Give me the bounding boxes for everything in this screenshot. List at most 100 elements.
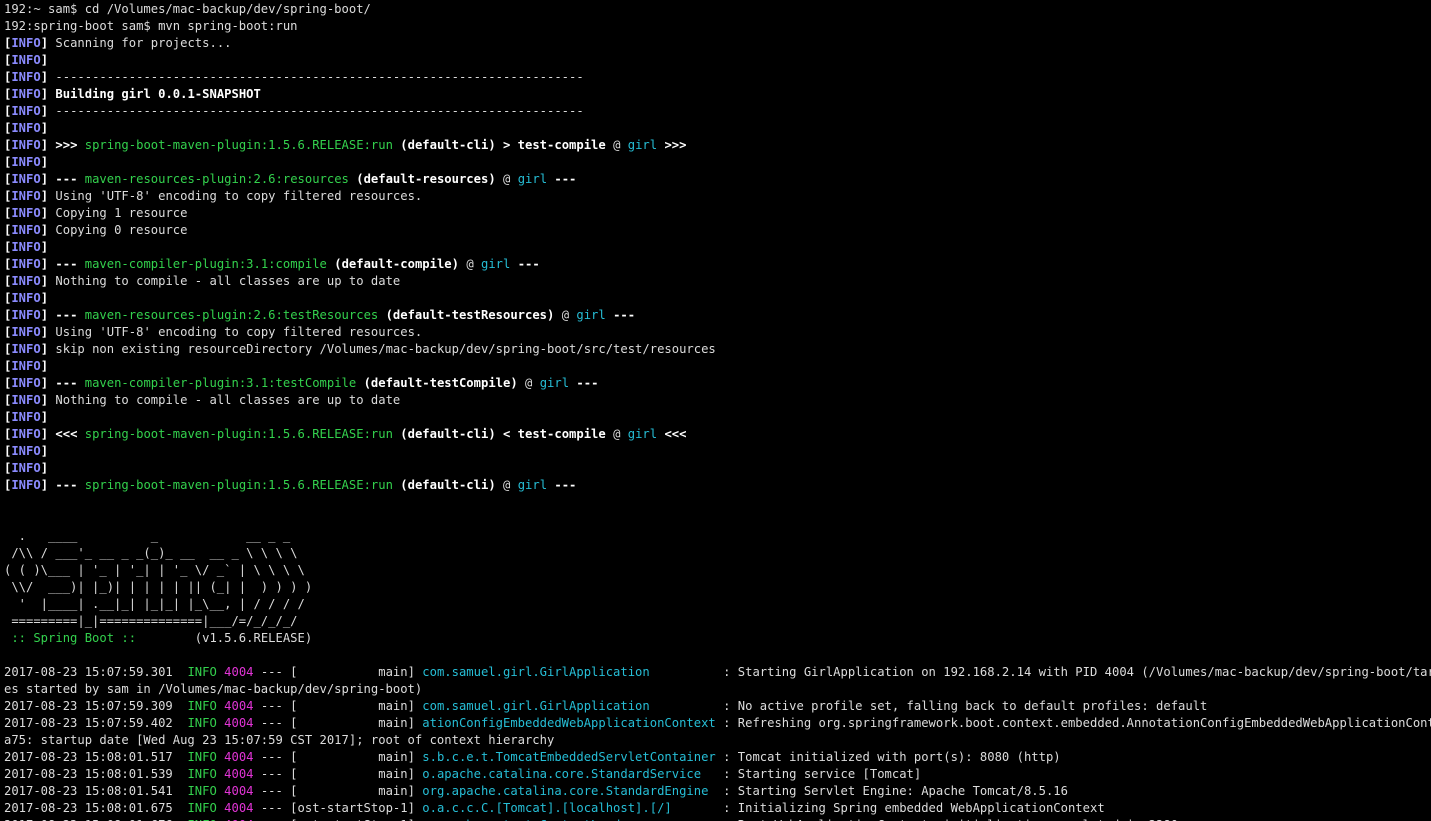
terminal-text-segment: (v1.5.6.RELEASE) <box>143 631 313 645</box>
terminal-text-segment: INFO <box>11 155 41 169</box>
terminal-text-segment: INFO <box>11 189 41 203</box>
terminal-line: [INFO] >>> spring-boot-maven-plugin:1.5.… <box>4 137 1431 154</box>
terminal-line: [INFO] skip non existing resourceDirecto… <box>4 341 1431 358</box>
terminal-text-segment: ] <box>40 257 56 271</box>
terminal-text-segment: INFO <box>187 784 217 798</box>
terminal-text-segment: ] <box>40 342 56 356</box>
terminal-output[interactable]: 192:~ sam$ cd /Volumes/mac-backup/dev/sp… <box>4 0 1431 821</box>
terminal-text-segment: : Starting service [Tomcat] <box>715 767 922 781</box>
terminal-text-segment: 4004 <box>224 716 254 730</box>
terminal-text-segment: o.apache.catalina.core.StandardService <box>422 767 716 781</box>
terminal-text-segment: --- [ main] <box>253 784 423 798</box>
terminal-text-segment: 4004 <box>224 767 254 781</box>
terminal-text-segment: ( ( )\___ | '_ | '_| | '_ \/ _` | \ \ \ … <box>4 563 305 577</box>
terminal-line: [INFO] <box>4 443 1431 460</box>
terminal-text-segment: es started by sam in /Volumes/mac-backup… <box>4 682 423 696</box>
terminal-text-segment: INFO <box>11 240 41 254</box>
terminal-text-segment: 4004 <box>224 784 254 798</box>
terminal-text-segment: Copying 0 resource <box>55 223 188 237</box>
terminal-text-segment: spring-boot-maven-plugin:1.5.6.RELEASE:r… <box>84 138 393 152</box>
terminal-text-segment: ] <box>40 291 49 305</box>
terminal-text-segment: INFO <box>11 70 41 84</box>
terminal-line: [INFO] <box>4 52 1431 69</box>
terminal-text-segment: @ <box>613 138 628 152</box>
terminal-text-segment: Scanning for projects... <box>55 36 232 50</box>
terminal-text-segment: ] <box>40 240 49 254</box>
terminal-text-segment: INFO <box>11 104 41 118</box>
terminal-line: [INFO] Copying 1 resource <box>4 205 1431 222</box>
terminal-line: [INFO] <box>4 154 1431 171</box>
terminal-text-segment: INFO <box>187 767 217 781</box>
terminal-line: 2017-08-23 15:07:59.402 INFO 4004 --- [ … <box>4 715 1431 732</box>
terminal-text-segment: ] <box>40 36 56 50</box>
terminal-text-segment: --- <box>55 308 85 322</box>
terminal-text-segment: maven-compiler-plugin:3.1:compile <box>84 257 327 271</box>
terminal-text-segment: ] <box>40 104 56 118</box>
terminal-line: [INFO] Nothing to compile - all classes … <box>4 273 1431 290</box>
terminal-text-segment: --- [ main] <box>253 665 423 679</box>
terminal-text-segment: =========|_|==============|___/=/_/_/_/ <box>4 614 298 628</box>
terminal-text-segment: ' |____| .__|_| |_|_| |_\__, | / / / / <box>4 597 305 611</box>
terminal-text-segment: : Starting GirlApplication on 192.168.2.… <box>715 665 1431 679</box>
terminal-text-segment: ] <box>40 189 56 203</box>
terminal-text-segment: --- <box>55 172 85 186</box>
terminal-text-segment: o.a.c.c.C.[Tomcat].[localhost].[/] <box>422 801 716 815</box>
terminal-line: [INFO] <box>4 460 1431 477</box>
terminal-text-segment: @ <box>503 172 518 186</box>
terminal-text-segment: girl <box>517 172 548 186</box>
terminal-text-segment: spring-boot-maven-plugin:1.5.6.RELEASE:r… <box>84 478 393 492</box>
terminal-text-segment: INFO <box>187 750 217 764</box>
terminal-text-segment: @ <box>613 427 628 441</box>
terminal-text-segment: Using 'UTF-8' encoding to copy filtered … <box>55 189 423 203</box>
terminal-text-segment: maven-resources-plugin:2.6:testResources <box>84 308 379 322</box>
terminal-text-segment: Copying 1 resource <box>55 206 188 220</box>
terminal-text-segment: INFO <box>187 801 217 815</box>
terminal-text-segment: . ____ _ __ _ _ <box>4 529 291 543</box>
terminal-text-segment: girl <box>539 376 570 390</box>
terminal-text-segment: 2017-08-23 15:07:59.309 <box>4 699 188 713</box>
terminal-text-segment: ] <box>40 376 56 390</box>
terminal-text-segment: ] <box>40 325 56 339</box>
terminal-text-segment: INFO <box>11 478 41 492</box>
terminal-text-segment: INFO <box>11 36 41 50</box>
terminal-text-segment: 4004 <box>224 699 254 713</box>
terminal-line: es started by sam in /Volumes/mac-backup… <box>4 681 1431 698</box>
terminal-text-segment: --- [ost-startStop-1] <box>253 801 423 815</box>
terminal-text-segment: (default-cli) <box>392 478 503 492</box>
terminal-text-segment: ] <box>40 206 56 220</box>
terminal-text-segment: : Refreshing org.springframework.boot.co… <box>715 716 1431 730</box>
terminal-text-segment: INFO <box>11 138 41 152</box>
terminal-text-segment: (default-cli) < test-compile <box>392 427 614 441</box>
terminal-line: 2017-08-23 15:08:01.676 INFO 4004 --- [o… <box>4 817 1431 821</box>
terminal-text-segment: Nothing to compile - all classes are up … <box>55 274 401 288</box>
terminal-text-segment: (default-resources) <box>348 172 503 186</box>
terminal-line: ( ( )\___ | '_ | '_| | '_ \/ _` | \ \ \ … <box>4 562 1431 579</box>
terminal-text-segment: INFO <box>11 257 41 271</box>
terminal-text-segment: com.samuel.girl.GirlApplication <box>422 665 716 679</box>
terminal-line: 2017-08-23 15:08:01.675 INFO 4004 --- [o… <box>4 800 1431 817</box>
terminal-line: [INFO] --- maven-resources-plugin:2.6:te… <box>4 307 1431 324</box>
terminal-text-segment: s.b.c.e.t.TomcatEmbeddedServletContainer <box>422 750 716 764</box>
terminal-text-segment: INFO <box>11 87 41 101</box>
terminal-text-segment: ----------------------------------------… <box>55 70 584 84</box>
terminal-text-segment: : Starting Servlet Engine: Apache Tomcat… <box>715 784 1068 798</box>
terminal-text-segment: --- <box>547 172 577 186</box>
terminal-line: \\/ ___)| |_)| | | | | || (_| | ) ) ) ) <box>4 579 1431 596</box>
terminal-text-segment: girl <box>627 138 658 152</box>
terminal-text-segment: 4004 <box>224 750 254 764</box>
terminal-text-segment: ] <box>40 427 56 441</box>
terminal-line: [INFO] Using 'UTF-8' encoding to copy fi… <box>4 188 1431 205</box>
terminal-text-segment: INFO <box>11 206 41 220</box>
terminal-text-segment: ] <box>40 155 49 169</box>
terminal-text-segment: : No active profile set, falling back to… <box>715 699 1208 713</box>
terminal-text-segment: ationConfigEmbeddedWebApplicationContext <box>422 716 716 730</box>
terminal-text-segment: --- <box>605 308 636 322</box>
terminal-text-segment: --- <box>510 257 540 271</box>
terminal-text-segment: --- <box>55 376 85 390</box>
terminal-line: [INFO] Building girl 0.0.1-SNAPSHOT <box>4 86 1431 103</box>
terminal-text-segment: @ <box>561 308 577 322</box>
terminal-line: [INFO] <box>4 290 1431 307</box>
terminal-text-segment: 2017-08-23 15:07:59.301 <box>4 665 188 679</box>
